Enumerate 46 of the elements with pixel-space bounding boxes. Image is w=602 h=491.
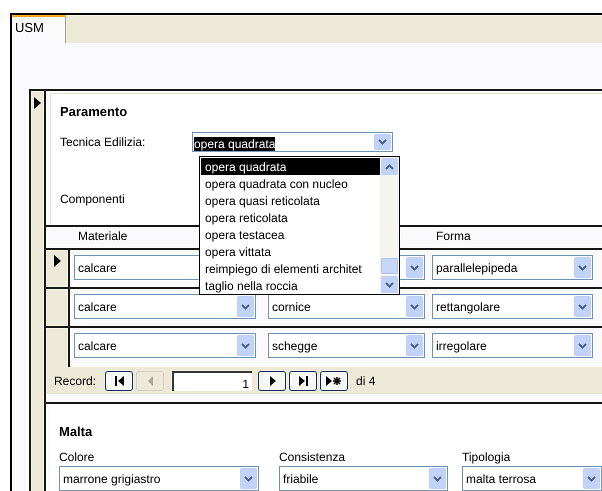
first-record-button[interactable] — [105, 370, 134, 390]
list-item[interactable]: opera testacea — [201, 226, 380, 243]
combo-box[interactable]: opera quadrata — [192, 132, 393, 152]
list-item[interactable]: opera quadrata con nucleo — [201, 175, 380, 192]
column-header: Materiale — [78, 229, 128, 243]
skip-back-icon — [114, 374, 125, 386]
row-selector[interactable] — [46, 328, 70, 367]
record-selector[interactable] — [31, 91, 46, 491]
row-selector[interactable] — [46, 289, 70, 326]
scroll-down-icon[interactable] — [381, 276, 398, 293]
record-count: di 4 — [356, 372, 376, 390]
combo-box[interactable]: rettangolare — [432, 294, 593, 319]
combo-box[interactable]: parallelepipeda — [432, 255, 593, 280]
section-title: Malta — [59, 423, 94, 441]
combo-box[interactable]: malta terrosa — [462, 466, 602, 491]
field-label: Record: — [54, 372, 96, 390]
field-label: Componenti — [60, 191, 125, 208]
row-selector[interactable] — [46, 250, 70, 287]
next-record-button[interactable] — [258, 370, 286, 390]
list-item[interactable]: opera quasi reticolata — [201, 192, 380, 209]
field-label: Consistenza — [279, 449, 346, 466]
field-label: Colore — [59, 449, 96, 466]
combo-box[interactable]: calcare — [74, 333, 256, 358]
scroll-up-icon[interactable] — [381, 158, 398, 175]
combo-box[interactable]: calcare — [74, 294, 256, 319]
last-record-button[interactable] — [289, 370, 318, 390]
selected-text: opera quadrata — [194, 137, 276, 151]
scroll-thumb[interactable] — [381, 258, 398, 274]
combo-box[interactable]: marrone grigiastro — [59, 466, 259, 491]
combo-box[interactable]: schegge — [268, 333, 425, 358]
list-item[interactable]: opera quadrata — [201, 158, 380, 175]
combo-box[interactable]: irregolare — [432, 333, 593, 358]
combo-box[interactable]: cornice — [268, 294, 425, 319]
column-header: Forma — [436, 229, 471, 243]
combo-box[interactable]: friabile — [279, 466, 448, 491]
list-item[interactable]: opera reticolata — [201, 209, 380, 226]
new-record-button[interactable] — [320, 370, 348, 390]
section-title: Paramento — [60, 103, 128, 121]
list-item[interactable]: taglio nella roccia — [201, 277, 380, 294]
current-record-icon — [54, 255, 60, 267]
triangle-asterisk-icon — [326, 374, 342, 386]
tab[interactable]: USM — [12, 15, 66, 43]
record-number-field[interactable]: 1 — [172, 370, 252, 390]
field-label: Tecnica Edilizia: — [60, 134, 146, 151]
skip-forward-icon — [298, 374, 309, 386]
field-label: Tipologia — [462, 449, 512, 466]
